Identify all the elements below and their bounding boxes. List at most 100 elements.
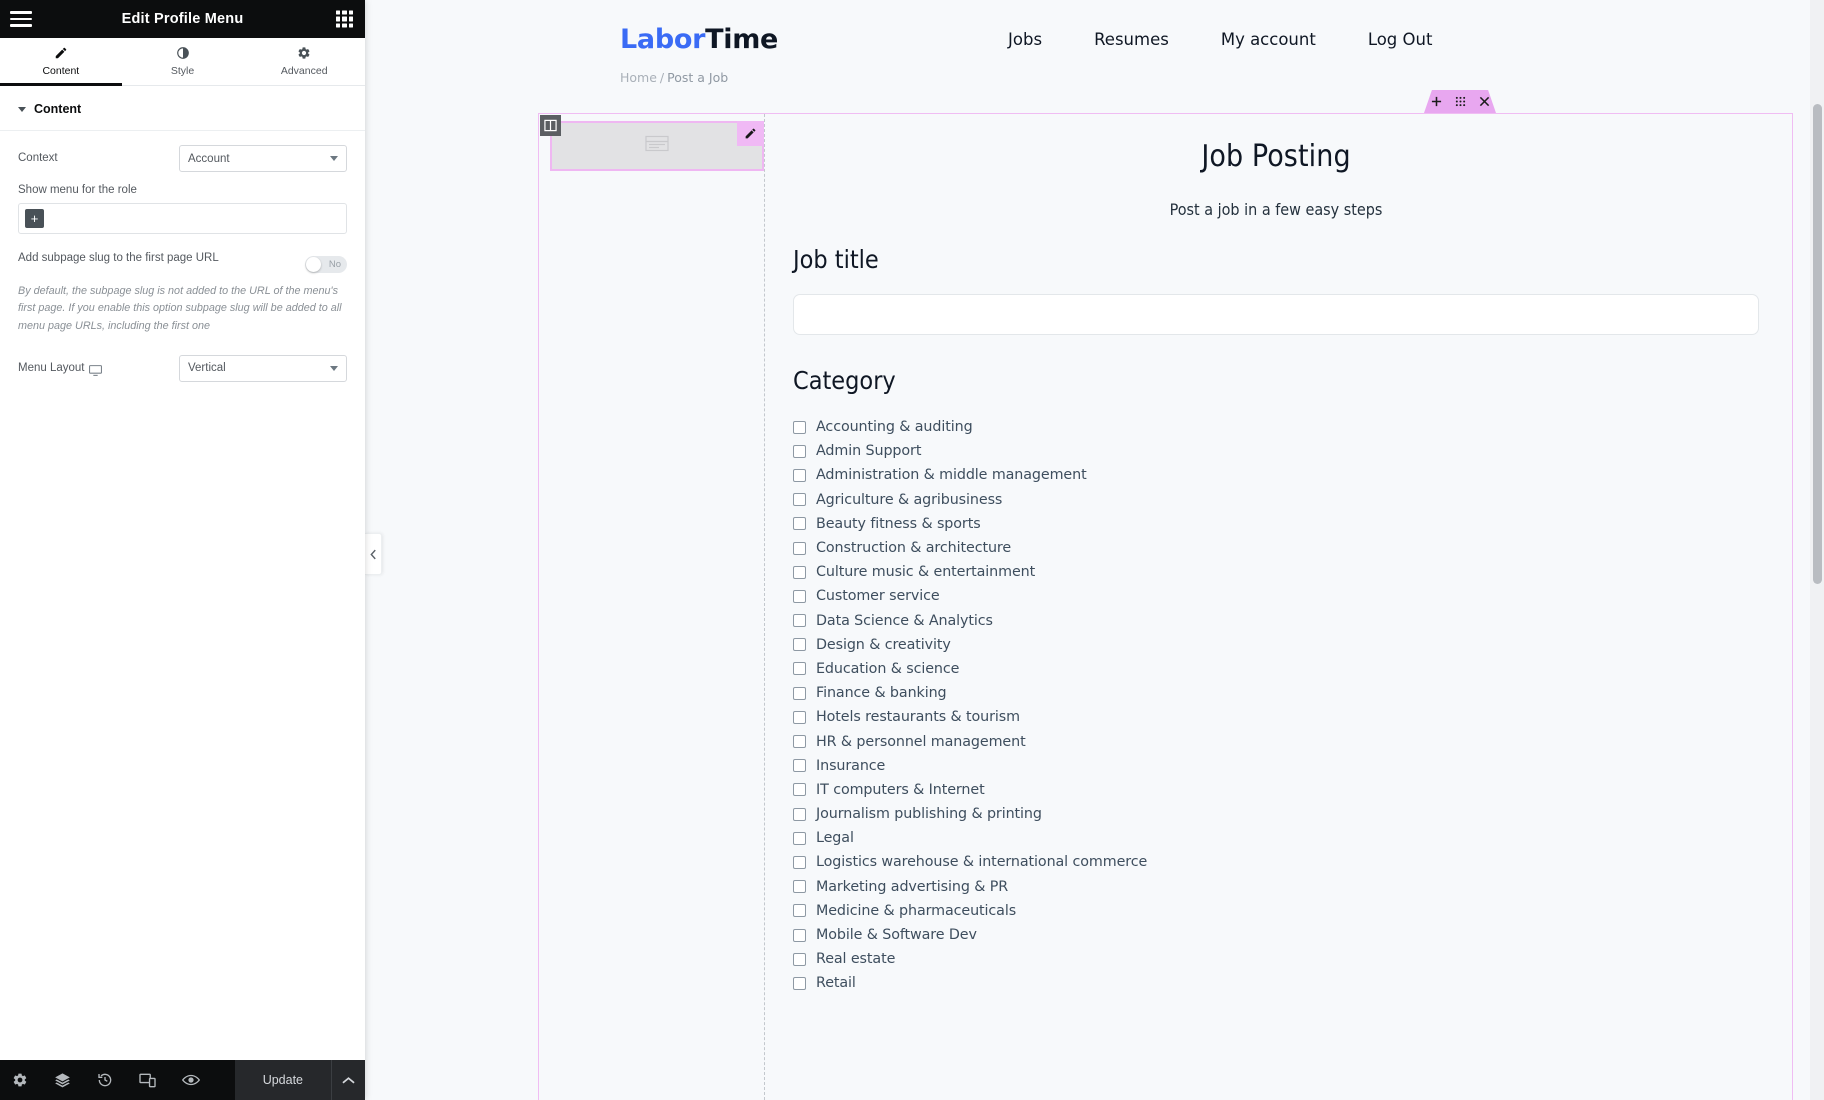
list-item[interactable]: Medicine & pharmaceuticals: [793, 899, 1759, 923]
pencil-icon: [54, 46, 68, 60]
checkbox-icon[interactable]: [793, 662, 806, 676]
tab-advanced-label: Advanced: [280, 65, 328, 77]
breadcrumb-home[interactable]: Home: [620, 70, 657, 85]
subpage-slug-toggle[interactable]: No: [305, 256, 347, 273]
preview-eye-icon[interactable]: [182, 1073, 200, 1087]
menu-layout-select[interactable]: Vertical: [179, 354, 347, 382]
list-item[interactable]: Agriculture & agribusiness: [793, 488, 1759, 512]
checkbox-icon[interactable]: [793, 444, 806, 458]
menu-layout-select-value: Vertical: [188, 362, 226, 375]
subpage-slug-label: Add subpage slug to the first page URL: [18, 252, 219, 264]
tab-content[interactable]: Content: [0, 38, 122, 86]
context-select[interactable]: Account: [179, 145, 347, 172]
job-title-input[interactable]: [793, 294, 1759, 335]
list-item[interactable]: IT computers & Internet: [793, 778, 1759, 802]
contrast-icon: [176, 46, 190, 60]
list-item[interactable]: Culture music & entertainment: [793, 560, 1759, 584]
checkbox-icon[interactable]: [793, 855, 806, 869]
panel-tab-bar: Content Style Advanced: [0, 38, 365, 86]
responsive-mode-icon[interactable]: [139, 1073, 156, 1088]
main-content-column: Job Posting Post a job in a few easy ste…: [764, 114, 1792, 1100]
plus-icon[interactable]: [1431, 96, 1442, 107]
checkbox-icon[interactable]: [793, 468, 806, 482]
checkbox-icon[interactable]: [793, 565, 806, 579]
close-x-icon[interactable]: [1479, 96, 1490, 107]
apps-grid-icon[interactable]: [336, 10, 353, 28]
content-section-toggle[interactable]: Content: [0, 86, 365, 131]
control-context: Context Account: [18, 145, 347, 172]
list-item[interactable]: Insurance: [793, 754, 1759, 778]
nav-item-jobs[interactable]: Jobs: [1008, 30, 1042, 49]
selected-widget[interactable]: [550, 121, 764, 171]
checkbox-icon[interactable]: [793, 638, 806, 652]
checkbox-icon[interactable]: [793, 686, 806, 700]
list-item[interactable]: Mobile & Software Dev: [793, 923, 1759, 947]
checkbox-icon[interactable]: [793, 807, 806, 821]
hamburger-icon[interactable]: [10, 11, 32, 27]
list-item[interactable]: Logistics warehouse & international comm…: [793, 850, 1759, 874]
checkbox-icon[interactable]: [793, 783, 806, 797]
logo-part-time: Time: [705, 23, 779, 55]
nav-item-log-out[interactable]: Log Out: [1368, 30, 1433, 49]
checkbox-icon[interactable]: [793, 517, 806, 531]
list-item[interactable]: HR & personnel management: [793, 729, 1759, 753]
panel-collapse-handle[interactable]: [365, 533, 382, 575]
preview-scrollbar-track[interactable]: [1810, 0, 1824, 1100]
list-item[interactable]: Admin Support: [793, 439, 1759, 463]
pencil-edit-icon[interactable]: [737, 121, 764, 146]
checkbox-icon[interactable]: [793, 541, 806, 555]
desktop-icon[interactable]: [88, 363, 102, 376]
list-item[interactable]: Data Science & Analytics: [793, 609, 1759, 633]
checkbox-icon[interactable]: [793, 759, 806, 773]
category-label-text: Retail: [816, 975, 856, 992]
left-column: [539, 114, 764, 1100]
tab-advanced[interactable]: Advanced: [243, 38, 365, 85]
preview-canvas: LaborTime Jobs Resumes My account Log Ou…: [365, 0, 1824, 1100]
list-item[interactable]: Real estate: [793, 947, 1759, 971]
checkbox-icon[interactable]: [793, 710, 806, 724]
category-label-text: Beauty fitness & sports: [816, 515, 981, 532]
category-label-text: Mobile & Software Dev: [816, 927, 977, 944]
list-item[interactable]: Retail: [793, 971, 1759, 995]
history-icon[interactable]: [97, 1072, 113, 1088]
add-role-button[interactable]: +: [25, 209, 44, 228]
list-item[interactable]: Education & science: [793, 657, 1759, 681]
list-item[interactable]: Journalism publishing & printing: [793, 802, 1759, 826]
control-role: Show menu for the role +: [18, 184, 347, 234]
checkbox-icon[interactable]: [793, 589, 806, 603]
preview-scrollbar-thumb[interactable]: [1813, 104, 1822, 584]
nav-item-resumes[interactable]: Resumes: [1094, 30, 1169, 49]
update-options-chevron-up-icon[interactable]: [331, 1060, 365, 1100]
navigator-layers-icon[interactable]: [54, 1072, 71, 1088]
elementor-section: Job Posting Post a job in a few easy ste…: [538, 113, 1793, 1100]
tab-style[interactable]: Style: [122, 38, 244, 85]
list-item[interactable]: Finance & banking: [793, 681, 1759, 705]
checkbox-icon[interactable]: [793, 831, 806, 845]
list-item[interactable]: Marketing advertising & PR: [793, 875, 1759, 899]
checkbox-icon[interactable]: [793, 880, 806, 894]
checkbox-icon[interactable]: [793, 735, 806, 749]
checkbox-icon[interactable]: [793, 420, 806, 434]
site-logo[interactable]: LaborTime: [620, 24, 778, 55]
category-label-text: Accounting & auditing: [816, 419, 973, 436]
checkbox-icon[interactable]: [793, 614, 806, 628]
list-item[interactable]: Hotels restaurants & tourism: [793, 705, 1759, 729]
checkbox-icon[interactable]: [793, 928, 806, 942]
list-item[interactable]: Construction & architecture: [793, 536, 1759, 560]
chevron-left-icon: [369, 549, 376, 559]
list-item[interactable]: Customer service: [793, 584, 1759, 608]
list-item[interactable]: Administration & middle management: [793, 463, 1759, 487]
settings-icon[interactable]: [12, 1072, 28, 1088]
checkbox-icon[interactable]: [793, 493, 806, 507]
update-button[interactable]: Update: [234, 1060, 331, 1100]
list-item[interactable]: Accounting & auditing: [793, 415, 1759, 439]
column-icon[interactable]: [540, 115, 561, 136]
list-item[interactable]: Legal: [793, 826, 1759, 850]
drag-dots-icon[interactable]: [1455, 96, 1466, 107]
list-item[interactable]: Beauty fitness & sports: [793, 512, 1759, 536]
checkbox-icon[interactable]: [793, 904, 806, 918]
checkbox-icon[interactable]: [793, 976, 806, 990]
checkbox-icon[interactable]: [793, 952, 806, 966]
nav-item-my-account[interactable]: My account: [1221, 30, 1316, 49]
list-item[interactable]: Design & creativity: [793, 633, 1759, 657]
